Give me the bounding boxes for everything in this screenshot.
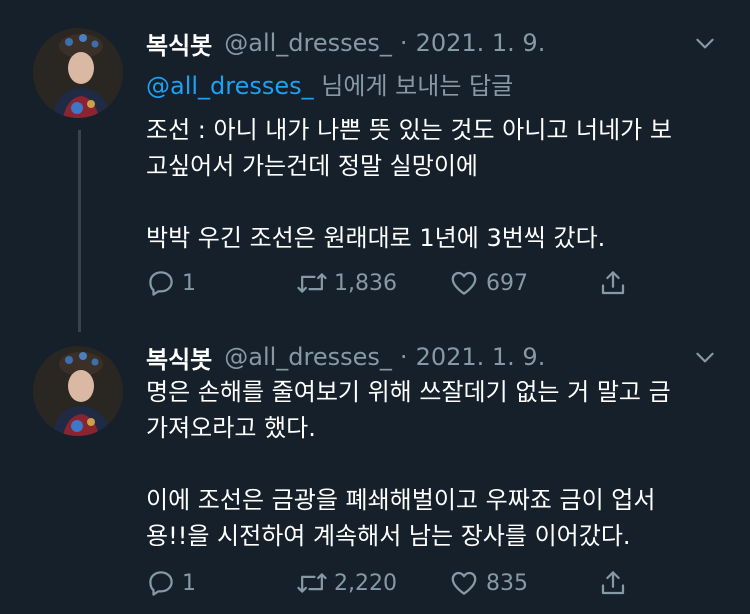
- retweet-button[interactable]: 2,220: [296, 566, 397, 600]
- reply-icon: [146, 268, 176, 298]
- tweet-text-blank-line: [146, 446, 726, 482]
- tweet-text-line: 명은 손해를 줄여보기 위해 쓰잘데기 없는 거 말고 금: [146, 378, 671, 406]
- tweet-text-line: 가져오라고 했다.: [146, 414, 316, 442]
- reply-count: 1: [182, 270, 196, 296]
- reply-button[interactable]: 1: [146, 566, 196, 600]
- chevron-down-icon[interactable]: [692, 30, 718, 56]
- heart-icon: [448, 568, 480, 598]
- tweet-actions: 1 1,836 697: [146, 266, 646, 300]
- user-handle[interactable]: @all_dresses_: [224, 343, 392, 371]
- tweet-text: 명은 손해를 줄여보기 위해 쓰잘데기 없는 거 말고 금 가져오라고 했다. …: [146, 374, 726, 554]
- tweet-text: 조선 : 아니 내가 나쁜 뜻 있는 것도 아니고 너네가 보 고싶어서 가는건…: [146, 112, 726, 256]
- tweet-date[interactable]: 2021. 1. 9.: [416, 343, 546, 371]
- tweet-text-line: 고싶어서 가는건데 정말 실망이에: [146, 152, 479, 180]
- tweet-date[interactable]: 2021. 1. 9.: [416, 29, 546, 57]
- separator-dot: ·: [399, 29, 408, 57]
- separator-dot: ·: [399, 343, 408, 371]
- avatar[interactable]: [33, 28, 123, 118]
- share-icon: [598, 268, 628, 298]
- reply-count: 1: [182, 570, 196, 596]
- share-icon: [598, 568, 628, 598]
- display-name[interactable]: 복식봇: [146, 340, 212, 375]
- tweet[interactable]: 복식봇 @all_dresses_ · 2021. 1. 9. @all_dre…: [0, 0, 750, 330]
- chevron-down-icon[interactable]: [692, 344, 718, 370]
- like-count: 697: [486, 270, 528, 296]
- tweet-header: 복식봇 @all_dresses_ · 2021. 1. 9.: [146, 26, 730, 60]
- like-button[interactable]: 697: [448, 266, 528, 300]
- retweet-icon: [296, 568, 328, 598]
- tweet-text-line: 박박 우긴 조선은 원래대로 1년에 3번씩 갔다.: [146, 224, 606, 252]
- tweet[interactable]: 복식봇 @all_dresses_ · 2021. 1. 9. 명은 손해를 줄…: [0, 330, 750, 614]
- share-button[interactable]: [598, 266, 628, 300]
- heart-icon: [448, 268, 480, 298]
- avatar[interactable]: [33, 346, 123, 436]
- reply-icon: [146, 568, 176, 598]
- retweet-button[interactable]: 1,836: [296, 266, 397, 300]
- share-button[interactable]: [598, 566, 628, 600]
- tweet-actions: 1 2,220 835: [146, 566, 646, 600]
- user-handle[interactable]: @all_dresses_: [224, 29, 392, 57]
- retweet-count: 2,220: [334, 570, 397, 596]
- like-count: 835: [486, 570, 528, 596]
- like-button[interactable]: 835: [448, 566, 528, 600]
- replying-to: @all_dresses_ 님에게 보내는 답글: [146, 66, 513, 101]
- tweet-text-line: 조선 : 아니 내가 나쁜 뜻 있는 것도 아니고 너네가 보: [146, 116, 672, 144]
- retweet-icon: [296, 268, 328, 298]
- reply-mention-link[interactable]: @all_dresses_: [146, 72, 314, 100]
- reply-button[interactable]: 1: [146, 266, 196, 300]
- display-name[interactable]: 복식봇: [146, 26, 212, 61]
- reply-suffix: 님에게 보내는 답글: [313, 72, 514, 100]
- tweet-header: 복식봇 @all_dresses_ · 2021. 1. 9.: [146, 340, 730, 374]
- tweet-text-line: 이에 조선은 금광을 폐쇄해벌이고 우짜죠 금이 업서: [146, 486, 656, 514]
- tweet-text-blank-line: [146, 184, 726, 220]
- tweet-text-line: 용!!을 시전하여 계속해서 남는 장사를 이어갔다.: [146, 522, 631, 550]
- retweet-count: 1,836: [334, 270, 397, 296]
